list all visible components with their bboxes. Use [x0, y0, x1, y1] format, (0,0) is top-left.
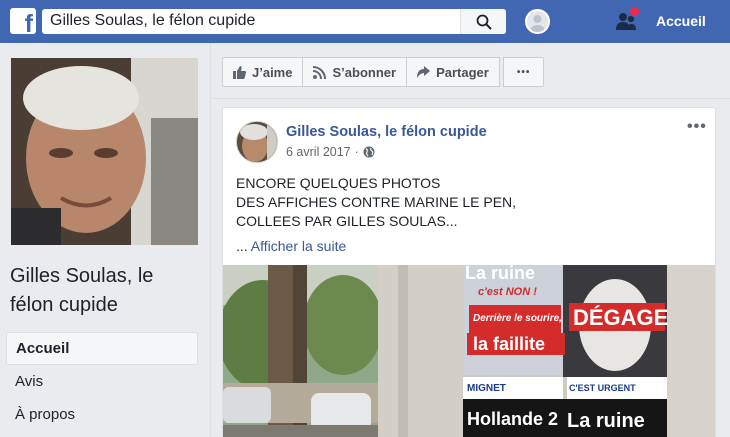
profile-photo-icon [11, 58, 198, 245]
post-author-name[interactable]: Gilles Soulas, le félon cupide [286, 124, 487, 140]
rss-icon [313, 65, 327, 79]
follow-button-label: S’abonner [332, 64, 397, 80]
follow-button[interactable]: S’abonner [302, 57, 408, 87]
post-options-button[interactable]: ••• [687, 118, 707, 136]
like-button-label: J’aime [252, 64, 293, 80]
see-more-line: ... Afficher la suite [236, 238, 346, 254]
share-arrow-icon [417, 66, 431, 78]
search-icon [476, 14, 492, 30]
like-button[interactable]: J’aime [222, 57, 304, 87]
search-input-value[interactable]: Gilles Soulas, le félon cupide [50, 12, 255, 30]
poster-photo-image: La ruine c'est NON ! Derrière le sourire… [223, 265, 715, 437]
facebook-logo-glyph: f [24, 10, 33, 35]
poster-line-6: MIGNET [467, 383, 506, 394]
home-link[interactable]: Accueil [656, 13, 706, 29]
nav-item-avis[interactable]: Avis [6, 365, 198, 398]
nav-item-accueil[interactable]: Accueil [6, 332, 198, 365]
page-profile-picture[interactable] [11, 58, 198, 245]
column-divider [210, 43, 211, 437]
user-avatar[interactable] [525, 9, 550, 34]
more-options-label: ••• [516, 66, 531, 78]
post-meta: 6 avril 2017 · [286, 145, 375, 159]
user-silhouette-icon [530, 15, 545, 32]
poster-line-7: C'EST URGENT [569, 383, 636, 393]
post-photo[interactable]: La ruine c'est NON ! Derrière le sourire… [223, 265, 715, 437]
page-navigation: Accueil Avis À propos [6, 332, 198, 431]
meta-separator: · [354, 145, 359, 159]
post-date[interactable]: 6 avril 2017 [286, 145, 351, 159]
author-photo-icon [237, 122, 277, 162]
share-button[interactable]: Partager [406, 57, 500, 87]
poster-line-1: La ruine [465, 265, 535, 283]
page-action-bar: J’aime S’abonner Partager ••• [222, 57, 545, 87]
action-bar-divider [211, 98, 730, 99]
facebook-logo-icon[interactable]: f [10, 8, 36, 34]
poster-line-2: c'est NON ! [478, 286, 537, 298]
poster-line-5: DÉGAGE [573, 305, 668, 330]
post-card: Gilles Soulas, le félon cupide 6 avril 2… [222, 107, 716, 437]
more-options-button[interactable]: ••• [502, 57, 545, 87]
nav-item-a-propos[interactable]: À propos [6, 398, 198, 431]
see-more-link[interactable]: Afficher la suite [251, 238, 346, 254]
globe-icon [363, 146, 375, 158]
notification-badge [629, 6, 640, 17]
search-button[interactable] [460, 9, 506, 34]
top-navigation-bar: f Gilles Soulas, le félon cupide Accueil [0, 0, 730, 43]
share-button-label: Partager [436, 64, 489, 80]
see-more-ellipsis: ... [236, 238, 251, 254]
poster-line-3: Derrière le sourire, [473, 313, 562, 324]
poster-line-8: Hollande 2 [467, 409, 558, 429]
post-text: ENCORE QUELQUES PHOTOS DES AFFICHES CONT… [236, 175, 517, 229]
poster-line-9: La ruine [567, 410, 645, 432]
thumbs-up-icon [233, 65, 246, 79]
search-input[interactable]: Gilles Soulas, le félon cupide [42, 9, 506, 34]
page-title: Gilles Soulas, le félon cupide [10, 265, 154, 316]
post-author-avatar[interactable] [236, 121, 278, 163]
poster-line-4: la faillite [473, 334, 545, 354]
